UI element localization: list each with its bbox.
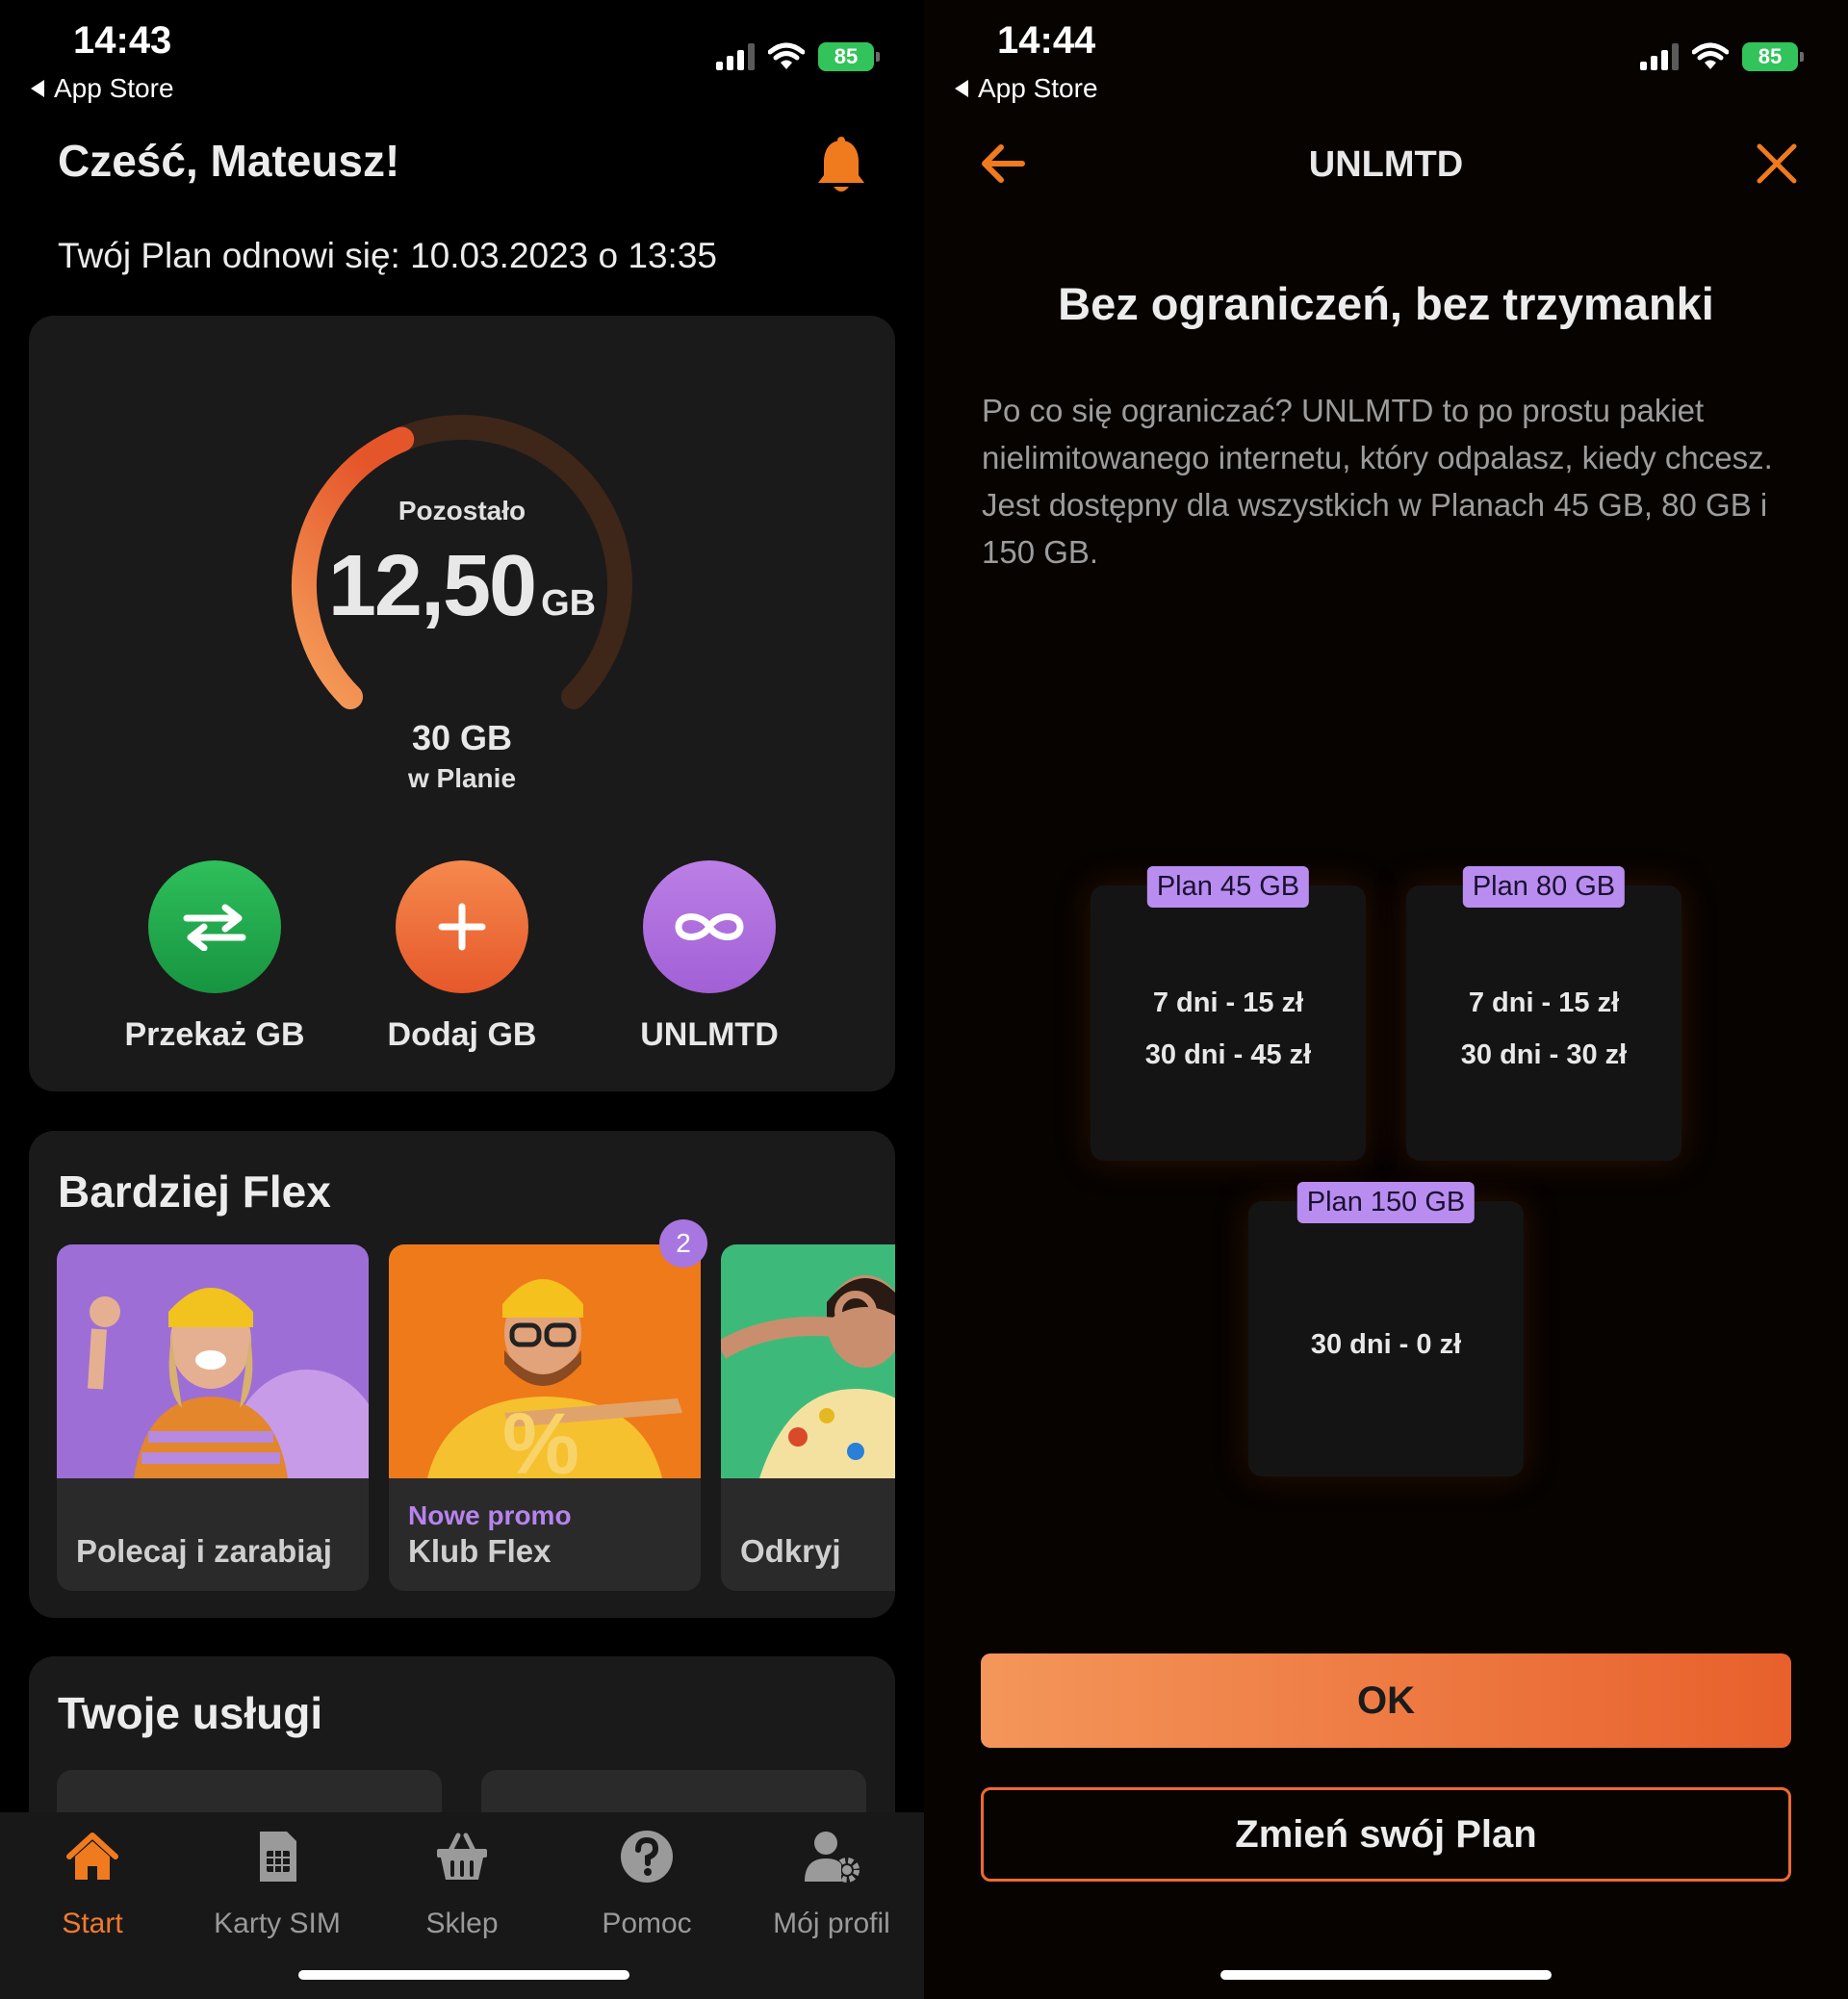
tile-odkryj[interactable]: Odkryj bbox=[721, 1244, 895, 1591]
status-indicators: 85 bbox=[716, 42, 880, 71]
plan-price-line: 7 dni - 15 zł bbox=[1152, 987, 1304, 1018]
wifi-icon bbox=[1692, 42, 1729, 69]
tab-moj-profil-label: Mój profil bbox=[773, 1908, 890, 1939]
battery-level: 85 bbox=[1758, 44, 1783, 68]
tab-sklep[interactable]: Sklep bbox=[370, 1828, 554, 1940]
add-gb-circle[interactable] bbox=[396, 860, 528, 993]
add-gb-label: Dodaj GB bbox=[387, 1016, 537, 1053]
plan-card-150[interactable]: Plan 150 GB 30 dni - 0 zł bbox=[1248, 1182, 1524, 1476]
back-triangle-icon bbox=[31, 80, 44, 97]
tile-klub-flex[interactable]: % Nowe promo Klub Flex bbox=[389, 1244, 701, 1591]
klub-flex-badge: 2 bbox=[659, 1219, 707, 1268]
tab-start[interactable]: Start bbox=[0, 1828, 185, 1940]
tab-karty-sim[interactable]: Karty SIM bbox=[185, 1828, 370, 1940]
plan-price-line: 30 dni - 45 zł bbox=[1144, 1039, 1312, 1070]
tile-klub-flex-label: Klub Flex bbox=[408, 1533, 552, 1569]
status-indicators: 85 bbox=[1640, 42, 1804, 71]
flex-card: Bardziej Flex Polecaj i zarabiaj % Nowe … bbox=[29, 1131, 895, 1618]
profile-settings-icon bbox=[805, 1832, 860, 1883]
plan-tag: Plan 80 GB bbox=[1462, 866, 1626, 908]
man-yellow-shirt-percent-photo: % bbox=[389, 1244, 701, 1478]
plan-price-line: 30 dni - 30 zł bbox=[1460, 1039, 1628, 1070]
status-time: 14:44 bbox=[997, 19, 1096, 62]
tile-klub-flex-promo: Nowe promo bbox=[408, 1500, 572, 1530]
greeting: Cześć, Mateusz! bbox=[58, 136, 400, 186]
home-indicator bbox=[298, 1970, 629, 1980]
back-to-app-store[interactable]: App Store bbox=[31, 73, 174, 104]
tab-pomoc-label: Pomoc bbox=[602, 1908, 692, 1939]
data-usage-card: Pozostało 12,50 GB 30 GB w Planie Przekaż… bbox=[29, 316, 895, 1091]
plan-tag: Plan 150 GB bbox=[1296, 1182, 1476, 1223]
plan-price-line: 7 dni - 15 zł bbox=[1468, 987, 1620, 1018]
transfer-gb-label: Przekaż GB bbox=[124, 1016, 305, 1053]
back-label: App Store bbox=[978, 73, 1098, 103]
ok-button[interactable]: OK bbox=[981, 1653, 1791, 1748]
infinity-icon bbox=[675, 913, 744, 940]
unlmtd-screen: 14:44 App Store 85 UNLMTD Bez ograniczeń… bbox=[924, 0, 1848, 1999]
home-indicator bbox=[1220, 1970, 1552, 1980]
plan-tag: Plan 45 GB bbox=[1146, 866, 1310, 908]
remaining-number: 12,50 bbox=[327, 538, 537, 634]
close-icon[interactable] bbox=[1754, 141, 1800, 187]
tab-moj-profil[interactable]: Mój profil bbox=[739, 1828, 924, 1940]
help-icon bbox=[621, 1831, 673, 1883]
unlmtd-label: UNLMTD bbox=[640, 1016, 779, 1053]
tab-karty-sim-label: Karty SIM bbox=[214, 1908, 341, 1939]
wifi-icon bbox=[768, 42, 805, 69]
back-label: App Store bbox=[54, 73, 174, 103]
home-screen: 14:43 App Store 85 Cześć, Mateusz! Twój … bbox=[0, 0, 924, 1999]
remaining-value: 12,50 GB bbox=[29, 537, 895, 636]
unlmtd-circle[interactable] bbox=[643, 860, 776, 993]
add-gb-button[interactable]: Dodaj GB bbox=[337, 860, 587, 1054]
signal-icon bbox=[716, 43, 755, 70]
battery-level: 85 bbox=[834, 44, 859, 68]
plan-total: 30 GB bbox=[411, 718, 513, 757]
woman-purple-sweater-photo bbox=[57, 1244, 369, 1478]
plan-price-line: 30 dni - 0 zł bbox=[1310, 1329, 1462, 1360]
transfer-arrows-icon bbox=[183, 904, 246, 951]
tile-polecaj[interactable]: Polecaj i zarabiaj bbox=[57, 1244, 369, 1591]
battery-icon: 85 bbox=[1742, 42, 1804, 71]
svg-text:%: % bbox=[502, 1397, 579, 1478]
remaining-unit: GB bbox=[541, 583, 597, 624]
home-icon bbox=[66, 1832, 118, 1880]
tab-bar: Start Karty SIM Sklep Pomoc Mój profil bbox=[0, 1812, 924, 1999]
woman-green-background-photo bbox=[721, 1244, 895, 1478]
battery-icon: 85 bbox=[818, 42, 880, 71]
back-triangle-icon bbox=[955, 80, 968, 97]
signal-icon bbox=[1640, 43, 1679, 70]
sim-card-icon bbox=[260, 1832, 296, 1882]
tab-start-label: Start bbox=[62, 1908, 123, 1939]
bell-icon[interactable] bbox=[814, 137, 868, 196]
unlmtd-heading: Bez ograniczeń, bez trzymanki bbox=[1058, 278, 1714, 329]
basket-icon bbox=[437, 1832, 487, 1880]
plan-card-45[interactable]: Plan 45 GB 7 dni - 15 zł 30 dni - 45 zł bbox=[1091, 866, 1366, 1161]
services-section-title: Twoje usługi bbox=[58, 1688, 323, 1738]
unlmtd-description: Po co się ograniczać? UNLMTD to po prost… bbox=[982, 393, 1773, 570]
tile-polecaj-label: Polecaj i zarabiaj bbox=[76, 1533, 332, 1569]
back-to-app-store[interactable]: App Store bbox=[955, 73, 1098, 104]
transfer-gb-circle[interactable] bbox=[148, 860, 281, 993]
tab-pomoc[interactable]: Pomoc bbox=[554, 1828, 739, 1940]
plan-total-label: w Planie bbox=[407, 763, 517, 793]
plan-card-80[interactable]: Plan 80 GB 7 dni - 15 zł 30 dni - 30 zł bbox=[1406, 866, 1681, 1161]
tab-sklep-label: Sklep bbox=[425, 1908, 499, 1939]
status-time: 14:43 bbox=[73, 19, 172, 62]
tile-odkryj-label: Odkryj bbox=[740, 1533, 841, 1569]
remaining-label: Pozostało bbox=[398, 496, 526, 525]
nav-title: UNLMTD bbox=[1308, 144, 1464, 185]
unlmtd-button[interactable]: UNLMTD bbox=[584, 860, 834, 1054]
plan-renewal-text: Twój Plan odnowi się: 10.03.2023 o 13:35 bbox=[58, 236, 717, 275]
flex-section-title: Bardziej Flex bbox=[58, 1166, 331, 1217]
change-plan-button[interactable]: Zmień swój Plan bbox=[981, 1787, 1791, 1882]
plus-icon bbox=[438, 903, 486, 951]
transfer-gb-button[interactable]: Przekaż GB bbox=[90, 860, 340, 1054]
